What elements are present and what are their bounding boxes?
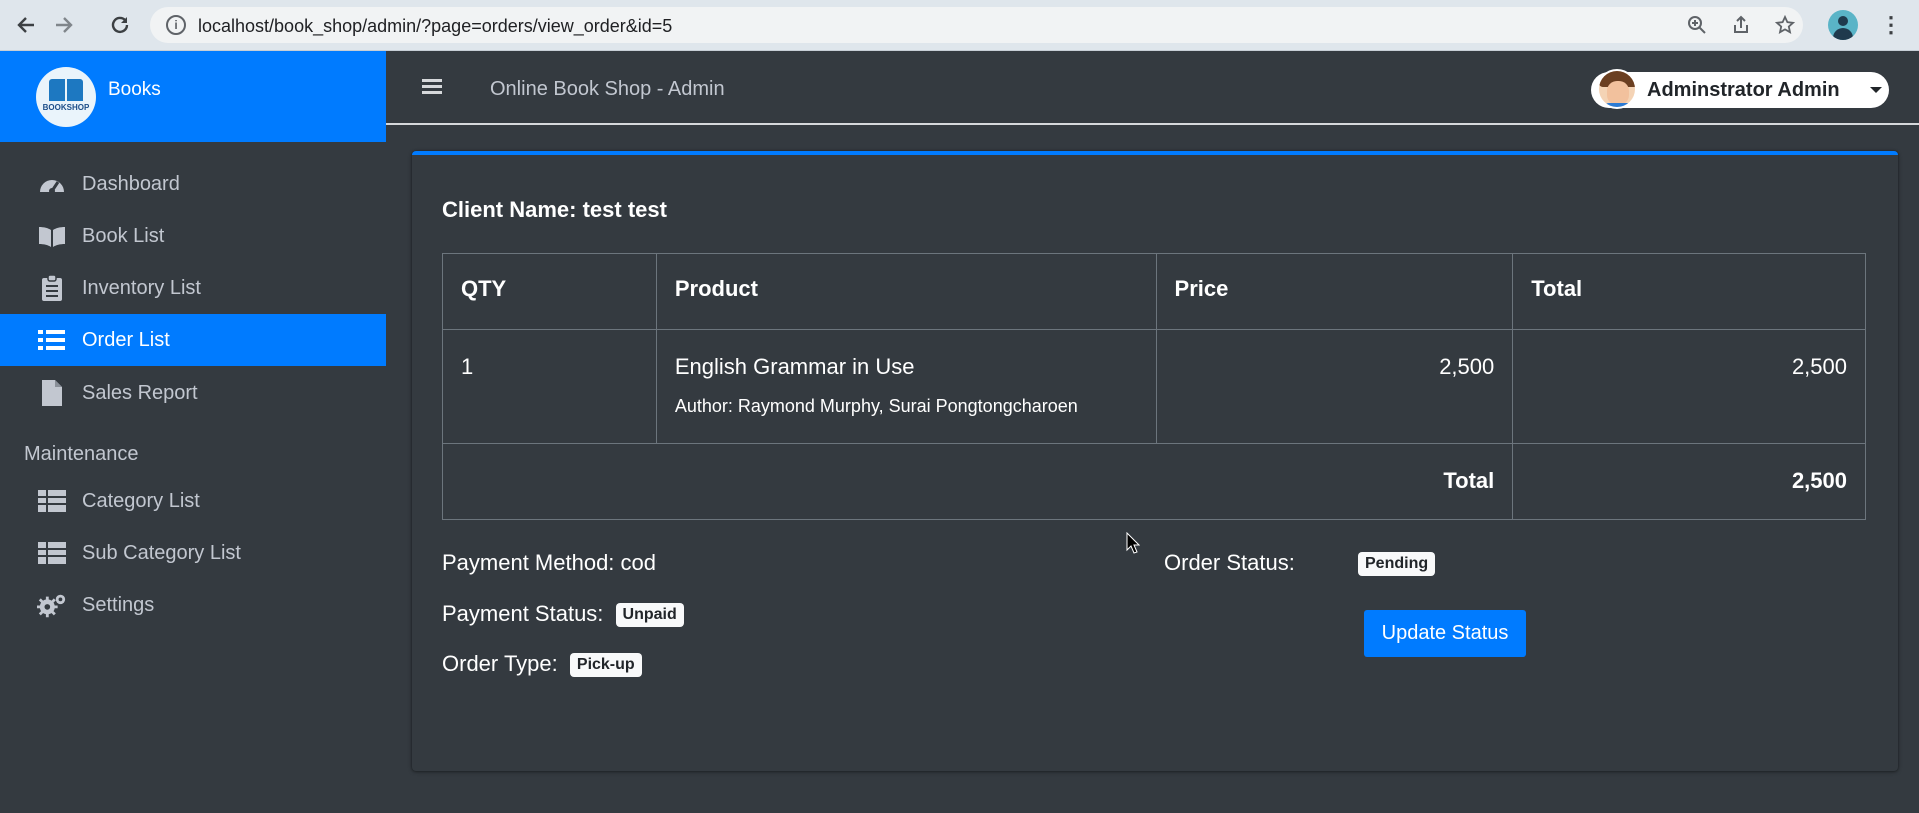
app-title[interactable]: Online Book Shop - Admin xyxy=(490,78,725,101)
top-navbar: Online Book Shop - Admin Adminstrator Ad… xyxy=(386,51,1919,125)
sidebar: BOOKSHOP Books Dashboard Book List Inven… xyxy=(0,51,386,813)
item-qty: 1 xyxy=(442,329,657,444)
avatar xyxy=(1597,69,1637,109)
payment-status-badge: Unpaid xyxy=(615,603,684,628)
payment-status-row: Payment Status: Unpaid xyxy=(442,601,684,628)
sidebar-item-label: Sub Category List xyxy=(82,541,241,564)
main-content: Client Name: test test QTY Product Price… xyxy=(386,127,1919,813)
order-type-row: Order Type: Pick-up xyxy=(442,651,642,678)
order-type-label: Order Type: xyxy=(442,651,558,676)
sidebar-item-book-list[interactable]: Book List xyxy=(0,210,386,262)
tachometer-icon xyxy=(37,171,67,197)
table-icon xyxy=(37,540,67,566)
sidebar-item-inventory-list[interactable]: Inventory List xyxy=(0,262,386,314)
sidebar-item-sales-report[interactable]: Sales Report xyxy=(0,367,386,419)
update-status-button[interactable]: Update Status xyxy=(1364,610,1526,657)
brand-name: Books xyxy=(108,79,161,100)
payment-method: Payment Method: cod xyxy=(442,550,657,575)
column-header-price: Price xyxy=(1155,253,1514,330)
star-icon[interactable] xyxy=(1775,15,1795,35)
brand-logo: BOOKSHOP xyxy=(36,67,96,127)
item-product-title: English Grammar in Use xyxy=(674,354,915,379)
info-icon[interactable]: i xyxy=(166,15,186,35)
sidebar-item-category-list[interactable]: Category List xyxy=(0,475,386,527)
book-open-icon xyxy=(37,223,67,249)
grand-total-value: 2,500 xyxy=(1512,443,1866,520)
table-icon xyxy=(37,488,67,514)
order-type-badge: Pick-up xyxy=(569,653,642,678)
table-header-row: QTY Product Price Total xyxy=(442,253,1866,330)
reload-icon[interactable] xyxy=(106,11,134,39)
sidebar-item-settings[interactable]: Settings xyxy=(0,579,386,631)
sidebar-item-label: Order List xyxy=(82,328,170,351)
browser-profile-icon[interactable] xyxy=(1828,10,1858,40)
order-status-badge: Pending xyxy=(1358,552,1436,577)
user-menu-dropdown[interactable]: Adminstrator Admin xyxy=(1591,69,1889,109)
list-icon xyxy=(37,327,67,353)
client-name: Client Name: test test xyxy=(442,197,667,222)
item-price: 2,500 xyxy=(1155,329,1514,444)
file-icon xyxy=(37,380,67,406)
sidebar-item-label: Dashboard xyxy=(82,172,180,195)
item-product-author: Author: Raymond Murphy, Surai Pongtongch… xyxy=(674,396,1078,416)
table-total-row: Total 2,500 xyxy=(441,443,1866,520)
column-header-total: Total xyxy=(1512,253,1866,330)
sidebar-item-label: Category List xyxy=(82,489,200,512)
address-bar[interactable]: i localhost/book_shop/admin/?page=orders… xyxy=(150,7,1803,43)
payment-status-label: Payment Status: xyxy=(442,601,604,626)
item-product-cell: English Grammar in Use Author: Raymond M… xyxy=(655,329,1157,444)
share-icon[interactable] xyxy=(1731,15,1751,35)
sidebar-item-sub-category-list[interactable]: Sub Category List xyxy=(0,527,386,579)
brand-link[interactable]: BOOKSHOP Books xyxy=(0,51,386,142)
grand-total-label: Total xyxy=(441,443,1514,520)
sidebar-item-label: Sales Report xyxy=(82,381,198,404)
forward-icon[interactable] xyxy=(50,11,78,39)
clipboard-list-icon xyxy=(37,274,67,301)
sidebar-item-order-list[interactable]: Order List xyxy=(0,314,386,366)
order-status-row: Pending xyxy=(1358,550,1436,577)
item-total: 2,500 xyxy=(1512,329,1866,444)
sidebar-item-label: Book List xyxy=(82,224,165,247)
url-text: localhost/book_shop/admin/?page=orders/v… xyxy=(198,16,673,36)
browser-toolbar: i localhost/book_shop/admin/?page=orders… xyxy=(0,0,1919,51)
table-row: 1 English Grammar in Use Author: Raymond… xyxy=(442,329,1866,444)
column-header-product: Product xyxy=(655,253,1157,330)
chevron-down-icon xyxy=(1870,87,1882,93)
browser-menu-icon[interactable]: ⋮ xyxy=(1880,12,1902,38)
sidebar-item-dashboard[interactable]: Dashboard xyxy=(0,158,386,210)
mouse-cursor-icon xyxy=(1126,532,1140,554)
user-name: Adminstrator Admin xyxy=(1647,79,1840,101)
sidebar-item-label: Inventory List xyxy=(82,276,201,299)
hamburger-menu-icon[interactable] xyxy=(422,79,442,95)
order-card: Client Name: test test QTY Product Price… xyxy=(412,151,1898,771)
sidebar-item-label: Settings xyxy=(82,593,155,616)
order-status-label: Order Status: xyxy=(1164,550,1295,575)
back-icon[interactable] xyxy=(12,11,40,39)
gears-icon xyxy=(37,592,67,618)
order-items-table: QTY Product Price Total 1 English Gramma… xyxy=(441,253,1866,520)
sidebar-section-header: Maintenance xyxy=(24,443,139,465)
column-header-qty: QTY xyxy=(442,253,657,330)
zoom-icon[interactable] xyxy=(1687,15,1707,35)
